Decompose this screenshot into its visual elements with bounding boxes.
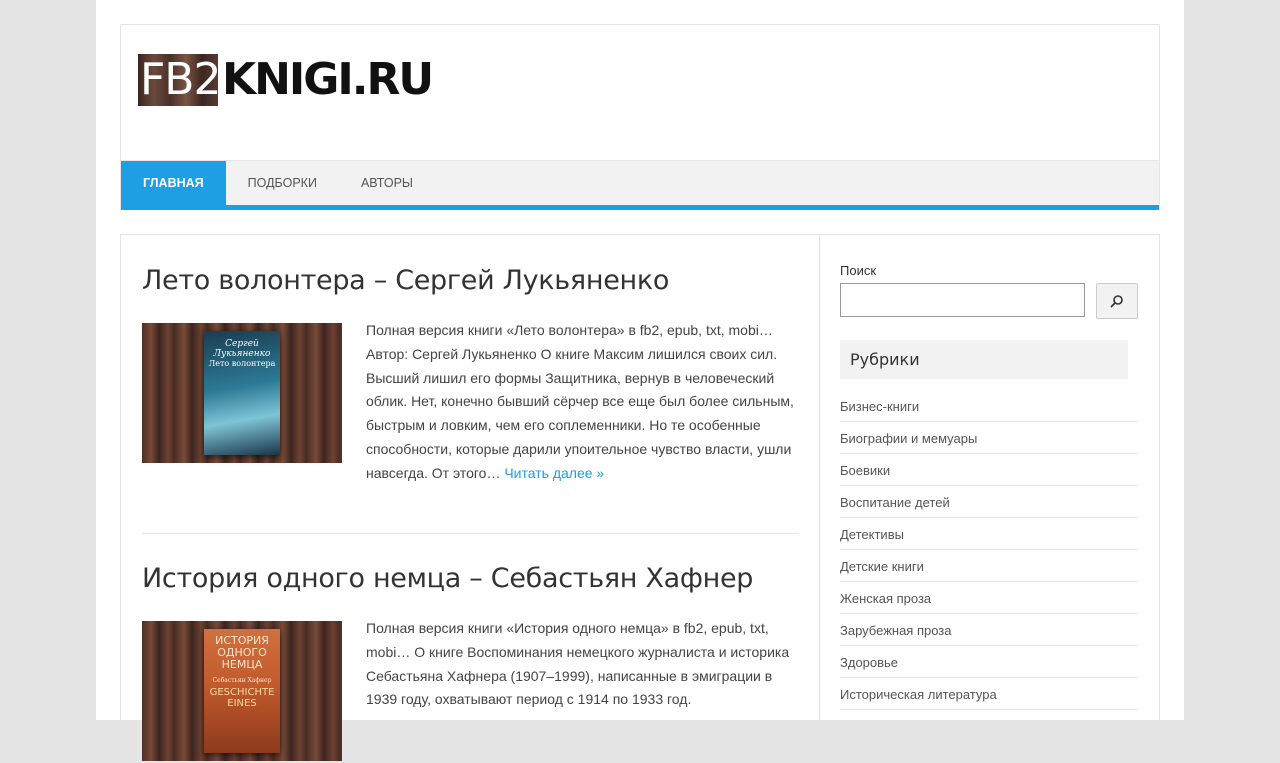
main-nav: ГЛАВНАЯ ПОДБОРКИ АВТОРЫ bbox=[121, 160, 1159, 210]
post-divider bbox=[142, 533, 798, 534]
search-icon bbox=[1110, 295, 1123, 308]
post-excerpt: Полная версия книги «История одного немц… bbox=[366, 620, 790, 708]
category-item[interactable]: Детективы bbox=[840, 518, 1138, 550]
category-item[interactable]: Воспитание детей bbox=[840, 486, 1138, 518]
cover-title: Лето волонтера bbox=[208, 359, 276, 368]
cover-author: Себастьян Хафнер bbox=[212, 677, 272, 684]
post-thumbnail[interactable]: Сергей Лукьяненко Лето волонтера bbox=[142, 323, 342, 463]
page: FB2 KNIGI.RU ГЛАВНАЯ ПОДБОРКИ АВТОРЫ Лет… bbox=[96, 0, 1184, 761]
site-header: FB2 KNIGI.RU ГЛАВНАЯ ПОДБОРКИ АВТОРЫ bbox=[120, 24, 1160, 210]
category-item[interactable]: Биографии и мемуары bbox=[840, 422, 1138, 454]
book-cover: История одного немца Себастьян Хафнер Ge… bbox=[204, 629, 280, 753]
cover-title: История одного немца bbox=[215, 634, 269, 671]
post-list: Лето волонтера – Сергей Лукьяненко Серге… bbox=[121, 235, 820, 761]
category-item[interactable]: Историческая литература bbox=[840, 678, 1138, 710]
nav-item-collections[interactable]: ПОДБОРКИ bbox=[226, 161, 339, 205]
content-area: Лето волонтера – Сергей Лукьяненко Серге… bbox=[120, 234, 1160, 761]
post-title[interactable]: Лето волонтера – Сергей Лукьяненко bbox=[142, 265, 798, 296]
read-more-link[interactable]: Читать далее » bbox=[504, 465, 604, 481]
category-item[interactable]: Бизнес-книги bbox=[840, 390, 1138, 422]
cover-author: Сергей Лукьяненко bbox=[213, 339, 271, 359]
post-item: Лето волонтера – Сергей Лукьяненко Серге… bbox=[142, 265, 798, 525]
cover-subtitle: Geschichte eines bbox=[209, 687, 275, 709]
category-item[interactable]: Женская проза bbox=[840, 582, 1138, 614]
category-list: Бизнес-книги Биографии и мемуары Боевики… bbox=[840, 390, 1138, 710]
post-excerpt: Полная версия книги «Лето волонтера» в f… bbox=[366, 319, 798, 486]
category-item[interactable]: Здоровье bbox=[840, 646, 1138, 678]
categories-widget-title: Рубрики bbox=[840, 340, 1128, 379]
search-button[interactable] bbox=[1096, 283, 1138, 319]
logo-part-fb2: FB2 bbox=[138, 54, 218, 106]
post-thumbnail[interactable]: История одного немца Себастьян Хафнер Ge… bbox=[142, 621, 342, 761]
category-item[interactable]: Боевики bbox=[840, 454, 1138, 486]
nav-item-authors[interactable]: АВТОРЫ bbox=[339, 161, 435, 205]
post-title[interactable]: История одного немца – Себастьян Хафнер bbox=[142, 563, 798, 594]
post-excerpt-text: Полная версия книги «Лето волонтера» в f… bbox=[366, 322, 794, 481]
site-logo[interactable]: FB2 KNIGI.RU bbox=[138, 54, 434, 106]
book-cover: Сергей Лукьяненко Лето волонтера bbox=[204, 331, 280, 455]
nav-item-home[interactable]: ГЛАВНАЯ bbox=[121, 161, 226, 205]
post-item: История одного немца – Себастьян Хафнер … bbox=[142, 563, 798, 763]
logo-part-knigi: KNIGI.RU bbox=[222, 54, 434, 105]
category-item[interactable]: Детские книги bbox=[840, 550, 1138, 582]
search-input[interactable] bbox=[840, 283, 1085, 317]
category-item[interactable]: Зарубежная проза bbox=[840, 614, 1138, 646]
search-label: Поиск bbox=[840, 263, 877, 278]
